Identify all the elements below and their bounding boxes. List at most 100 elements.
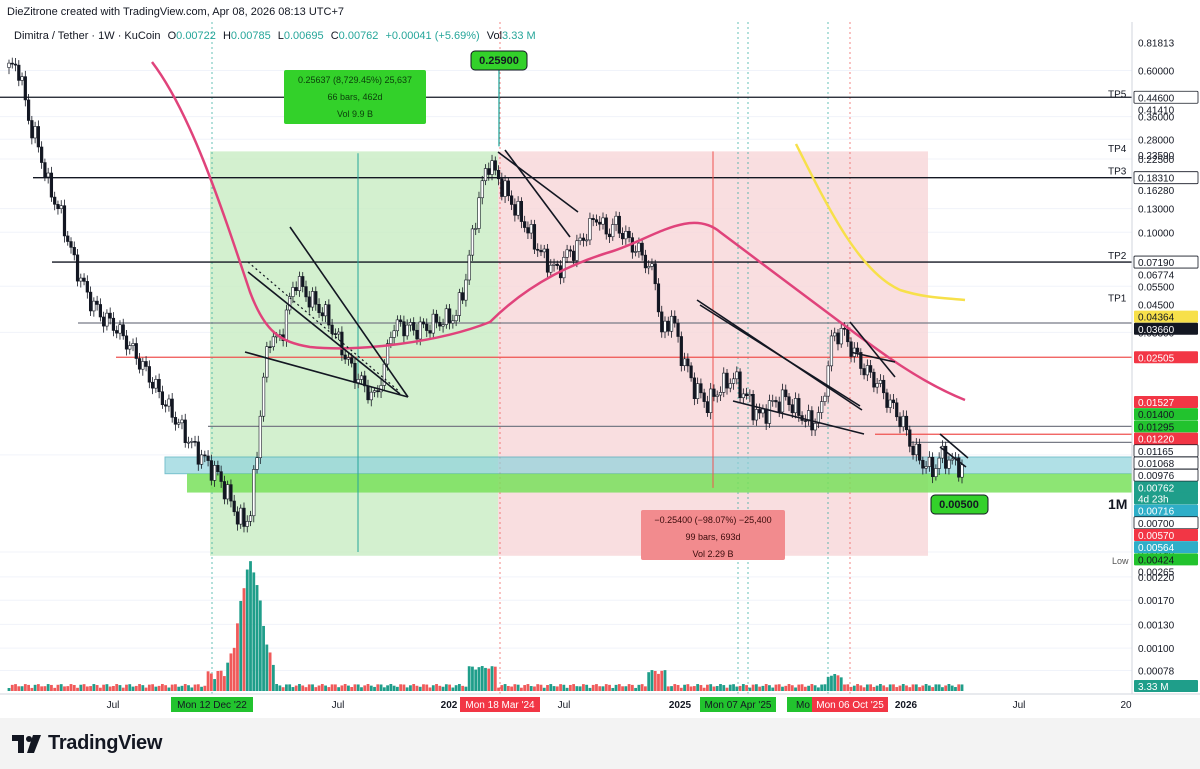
volume-bar: [924, 684, 928, 691]
volume-bar: [807, 685, 811, 691]
candle-body: [444, 308, 448, 325]
volume-bar: [908, 687, 912, 691]
volume-bar: [520, 687, 523, 691]
volume-bar: [239, 600, 243, 691]
candle-body: [937, 457, 941, 469]
volume-bar: [914, 684, 918, 691]
volume-bar: [660, 670, 664, 691]
volume-bar: [644, 686, 647, 691]
candle-body: [767, 400, 772, 424]
candle-body: [144, 361, 148, 367]
legend-close: 0.00762: [338, 30, 379, 42]
volume-bar: [121, 687, 125, 691]
candle-body: [92, 300, 96, 312]
price-axis-label: 3.33 M: [1134, 680, 1198, 693]
volume-bar: [578, 686, 582, 691]
price-axis-label-text: 0.01527: [1138, 398, 1175, 409]
candle-body: [591, 218, 595, 220]
candle-body: [888, 399, 892, 408]
time-tick-label: 2026: [895, 700, 918, 711]
candle-body: [950, 458, 954, 461]
volume-bar: [409, 685, 412, 691]
volume-bar: [689, 686, 693, 691]
volume-bar: [154, 686, 158, 691]
legend-low: 0.00695: [283, 30, 324, 42]
volume-bar: [66, 686, 70, 691]
candle-body: [702, 392, 706, 402]
candle-body: [216, 465, 220, 472]
legend-symbol[interactable]: Dimitra / Tether · 1W · KuCoin: [14, 30, 161, 42]
low-target-label: 0.00500: [930, 494, 989, 515]
volume-bar: [360, 687, 363, 691]
volume-bar: [686, 684, 690, 691]
volume-bar: [311, 684, 314, 691]
candle-body: [346, 357, 351, 360]
candle-body: [927, 456, 931, 467]
candle-body: [454, 315, 458, 322]
volume-bar: [294, 685, 298, 691]
legend-high-label: H: [222, 30, 231, 42]
volume-bar: [954, 687, 957, 691]
volume-bar: [852, 685, 856, 691]
tradingview-logo[interactable]: TradingView: [12, 732, 162, 755]
candle-body: [258, 415, 262, 458]
volume-bar: [30, 687, 34, 691]
candle-body: [222, 481, 227, 500]
price-chart[interactable]: 0.25637 (8,729.45%) 25,637 66 bars, 462d V…: [0, 22, 1200, 718]
volume-bar: [562, 684, 566, 691]
volume-bar: [931, 687, 935, 691]
volume-bar: [252, 572, 256, 691]
candle-body: [908, 429, 912, 447]
candle-body: [513, 204, 517, 216]
candle-body: [823, 395, 827, 402]
candle-body: [542, 248, 546, 253]
volume-bar: [157, 685, 161, 691]
candle-body: [177, 422, 181, 425]
volume-bar: [751, 684, 755, 691]
volume-bar: [810, 684, 814, 691]
candle-body: [425, 323, 429, 331]
candle-body: [418, 321, 422, 340]
volume-bar: [134, 685, 138, 691]
candle-body: [673, 315, 677, 324]
candle-body: [284, 309, 289, 341]
volume-bar: [102, 684, 106, 691]
candle-body: [934, 468, 938, 478]
candle-body: [389, 337, 393, 344]
candle-body: [265, 346, 269, 378]
candle-body: [705, 401, 710, 413]
legend-volume: 3.33 M: [502, 30, 536, 42]
volume-bar: [366, 684, 370, 691]
volume-bar: [307, 684, 311, 691]
candle-body: [575, 240, 579, 261]
candle-body: [839, 328, 843, 345]
volume-bar: [105, 684, 109, 691]
candle-body: [98, 304, 102, 318]
candle-body: [10, 62, 14, 65]
chart-frame[interactable]: 0.25637 (8,729.45%) 25,637 66 bars, 462d V…: [0, 22, 1200, 718]
candle-body: [944, 445, 948, 469]
time-tick-label: 2025: [669, 700, 692, 711]
candle-body: [611, 224, 615, 238]
candle-body: [722, 372, 726, 393]
price-axis-label: 0.00570: [1134, 528, 1198, 542]
volume-bar: [464, 686, 468, 691]
volume-bar: [474, 669, 478, 691]
volume-bar: [836, 675, 840, 691]
volume-bar: [379, 684, 383, 691]
candle-body: [242, 507, 246, 527]
volume-bar: [275, 684, 279, 691]
candle-body: [248, 515, 253, 522]
volume-bar: [14, 684, 17, 691]
time-label-text: Mon 18 Mar '24: [465, 700, 535, 711]
volume-bar: [722, 685, 726, 691]
candle-body: [353, 362, 357, 383]
candle-body: [679, 336, 683, 367]
candle-body: [56, 204, 60, 210]
price-tick-label: 0.28000: [1138, 135, 1175, 146]
candle-body: [271, 336, 275, 348]
candle-body: [718, 392, 723, 396]
candle-body: [310, 291, 315, 308]
volume-bar: [249, 561, 252, 691]
volume-bar: [614, 684, 618, 691]
